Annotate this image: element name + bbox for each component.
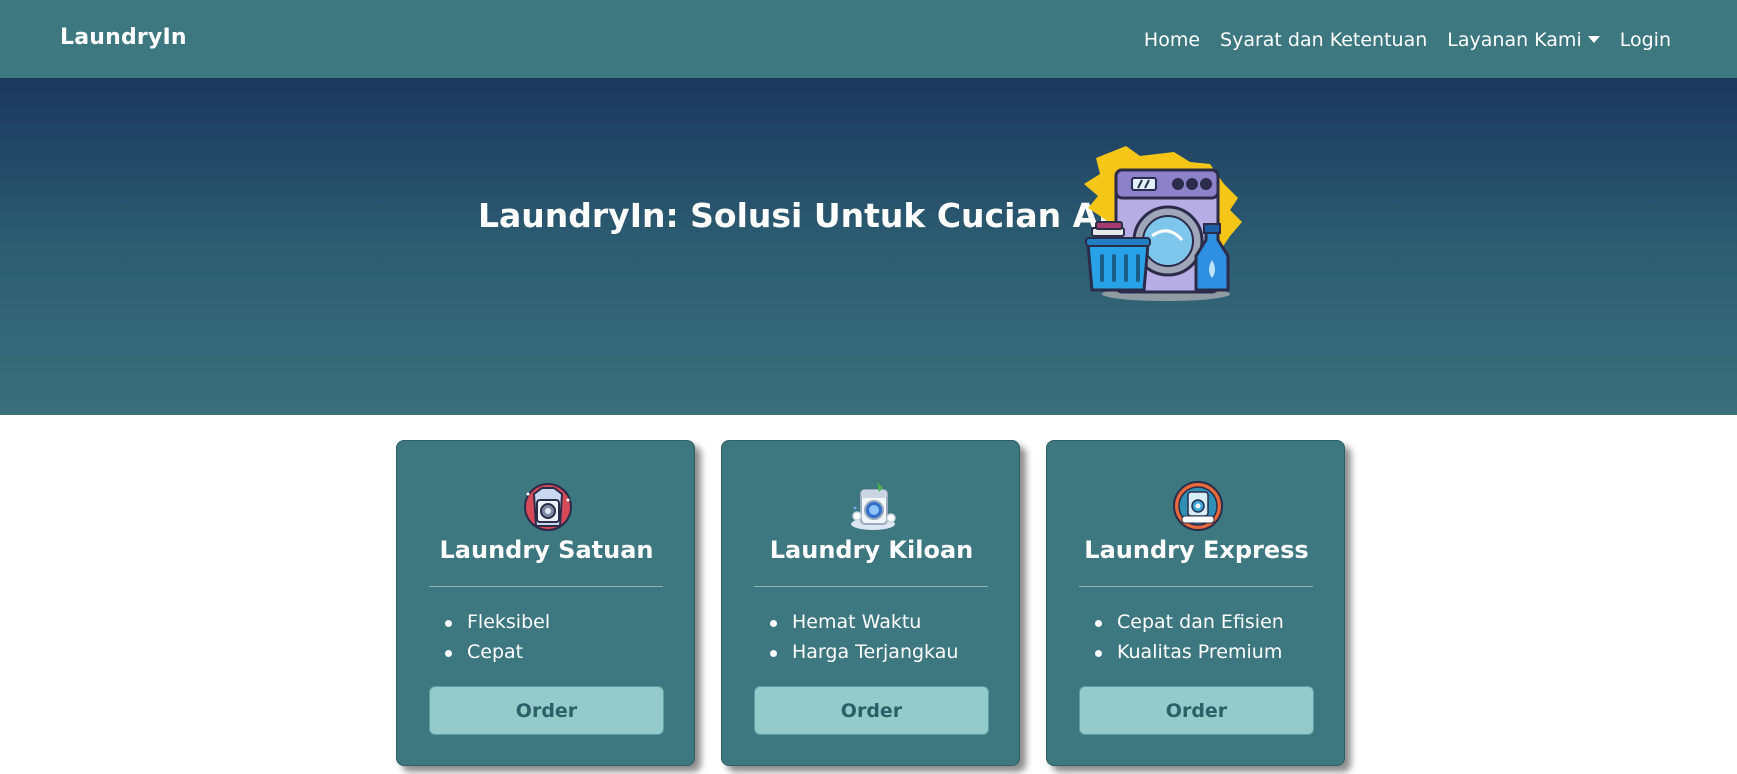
feature-list: Cepat dan Efisien Kualitas Premium <box>1087 611 1284 671</box>
navbar: LaundryIn Home Syarat dan Ketentuan Laya… <box>0 0 1737 78</box>
brand-logo[interactable]: LaundryIn <box>60 25 187 50</box>
nav-links: Home Syarat dan Ketentuan Layanan Kami L… <box>1144 29 1671 51</box>
feature-item: Cepat dan Efisien <box>1087 611 1284 641</box>
nav-link-login[interactable]: Login <box>1620 29 1671 51</box>
washing-machine-illustration <box>1084 146 1242 301</box>
feature-item: Harga Terjangkau <box>762 641 958 671</box>
card-divider <box>1079 586 1313 587</box>
caret-down-icon <box>1587 35 1600 43</box>
express-washer-badge-icon <box>1173 481 1223 531</box>
nav-dropdown-services[interactable]: Layanan Kami <box>1447 29 1600 51</box>
feature-item: Fleksibel <box>437 611 550 641</box>
nav-dropdown-label: Layanan Kami <box>1447 29 1582 51</box>
card-divider <box>754 586 988 587</box>
order-button-kiloan[interactable]: Order <box>754 686 989 735</box>
hero-title: LaundryIn: Solusi Untuk Cucian Anda. <box>478 196 1181 235</box>
nav-link-home[interactable]: Home <box>1144 29 1200 51</box>
feature-item: Cepat <box>437 641 550 671</box>
feature-list: Hemat Waktu Harga Terjangkau <box>762 611 958 671</box>
card-title: Laundry Satuan <box>439 536 654 564</box>
card-laundry-express: Laundry Express Cepat dan Efisien Kualit… <box>1046 440 1345 766</box>
order-button-satuan[interactable]: Order <box>429 686 664 735</box>
card-title: Laundry Express <box>1084 536 1309 564</box>
card-divider <box>429 586 663 587</box>
service-cards: Laundry Satuan Fleksibel Cepat Order Lau… <box>396 440 1346 766</box>
card-laundry-kiloan: Laundry Kiloan Hemat Waktu Harga Terjang… <box>721 440 1020 766</box>
card-title: Laundry Kiloan <box>769 536 974 564</box>
nav-link-terms[interactable]: Syarat dan Ketentuan <box>1220 29 1427 51</box>
feature-item: Kualitas Premium <box>1087 641 1284 671</box>
feature-item: Hemat Waktu <box>762 611 958 641</box>
card-laundry-satuan: Laundry Satuan Fleksibel Cepat Order <box>396 440 695 766</box>
shirt-washer-icon <box>524 483 572 531</box>
order-button-express[interactable]: Order <box>1079 686 1314 735</box>
hero-section: LaundryIn: Solusi Untuk Cucian Anda. <box>0 78 1737 415</box>
feature-list: Fleksibel Cepat <box>437 611 550 671</box>
kiloan-washer-icon <box>851 482 896 530</box>
